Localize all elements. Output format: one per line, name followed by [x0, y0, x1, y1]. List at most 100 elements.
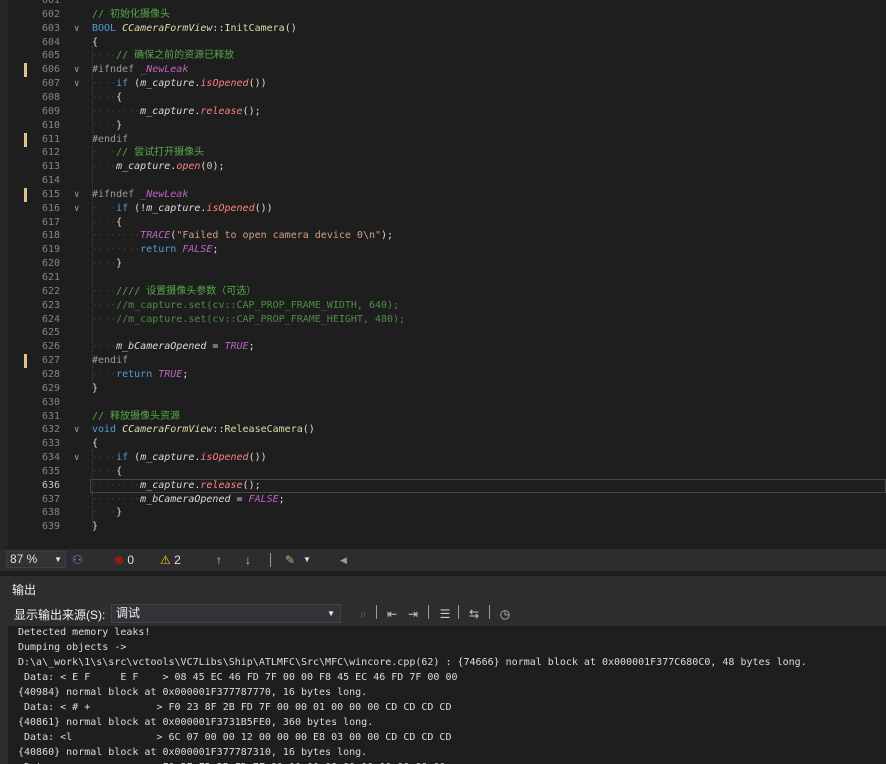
next-message-icon[interactable]: ⇥	[404, 605, 422, 623]
chevron-down-icon[interactable]: ▼	[303, 552, 311, 568]
line-number: 607	[41, 78, 60, 90]
scroll-left-icon[interactable]: ◀	[340, 552, 347, 568]
code-line[interactable]: 611 #endif	[0, 132, 886, 147]
fold-toggle-icon[interactable]: ∨	[74, 423, 82, 437]
code-token: return	[116, 368, 159, 380]
previous-message-icon[interactable]: ⇤	[383, 605, 401, 623]
code-token: ····	[92, 258, 117, 270]
fold-toggle-icon[interactable]: ∨	[74, 202, 82, 216]
line-number: 619	[41, 244, 60, 256]
code-line[interactable]: 603 ∨ BOOL CCameraFormView::InitCamera()	[0, 22, 886, 36]
code-line[interactable]: 639}	[0, 520, 886, 534]
code-line[interactable]: 601	[0, 0, 886, 8]
copilot-icon[interactable]: ⚇	[72, 552, 83, 568]
code-line[interactable]: 632 ∨ void CCameraFormView::ReleaseCamera(…	[0, 423, 886, 437]
code-line[interactable]: 616 ∨ ····if (!m_capture.isOpened())	[0, 202, 886, 216]
error-count-button[interactable]: ⊗ 0	[114, 552, 134, 568]
output-text-area[interactable]: Detected memory leaks! Dumping objects ->…	[8, 626, 886, 764]
code-text: ····}	[92, 119, 122, 133]
output-source-select[interactable]: 调试 ▼	[111, 604, 341, 623]
code-line[interactable]: 621	[0, 271, 886, 285]
code-token: ();	[242, 479, 261, 491]
code-line[interactable]: 626 ····m_bCameraOpened = TRUE;	[0, 340, 886, 354]
fold-toggle-icon[interactable]: ∨	[74, 63, 82, 77]
code-line[interactable]: 605 ····// 确保之前的资源已释放	[0, 49, 886, 63]
code-line[interactable]: 637 ········m_bCameraOpened = FALSE;	[0, 493, 886, 507]
code-line[interactable]: 618 ········TRACE("Failed to open camera …	[0, 229, 886, 243]
code-line[interactable]: 602 // 初始化摄像头	[0, 8, 886, 22]
fold-toggle-icon[interactable]: ∨	[74, 188, 82, 202]
arrow-down-icon[interactable]: ↓	[245, 552, 251, 568]
line-number: 623	[41, 299, 60, 311]
code-line[interactable]: 635 ····{	[0, 465, 886, 479]
code-line[interactable]: 614	[0, 174, 886, 188]
code-line[interactable]: 606 ∨ #ifndef _NewLeak	[0, 63, 886, 78]
code-line[interactable]: 613 ····m_capture.open(0);	[0, 160, 886, 174]
code-line[interactable]: 608 ····{	[0, 91, 886, 105]
code-line[interactable]: 628 ····return TRUE;	[0, 368, 886, 382]
line-number: 637	[41, 493, 60, 505]
code-token: FALSE	[182, 244, 213, 256]
code-line[interactable]: 638 ····}	[0, 506, 886, 520]
code-line[interactable]: 624 ····//m_capture.set(cv::CAP_PROP_FRAM…	[0, 313, 886, 327]
code-token: );	[381, 230, 400, 242]
timestamp-clock-icon[interactable]: ◷	[496, 605, 514, 623]
code-token: InitCamera	[224, 22, 285, 34]
code-line[interactable]: 607 ∨ ····if (m_capture.isOpened())	[0, 77, 886, 91]
code-line[interactable]: 612 ····// 尝试打开摄像头	[0, 146, 886, 160]
code-line[interactable]: 617 ····{	[0, 216, 886, 230]
code-line[interactable]: 619 ········return FALSE;	[0, 243, 886, 257]
code-text: ····if (m_capture.isOpened())	[92, 451, 267, 465]
line-number: 621	[41, 272, 60, 283]
zoom-selector[interactable]: 87 % ▼	[6, 551, 66, 568]
code-line[interactable]: 609 ········m_capture.release();	[0, 105, 886, 119]
code-line[interactable]: 625	[0, 326, 886, 340]
code-line[interactable]: 615 ∨ #ifndef _NewLeak	[0, 187, 886, 202]
code-line[interactable]: 629}	[0, 382, 886, 396]
warning-count-button[interactable]: ⚠ 2	[160, 552, 181, 568]
code-line[interactable]: 604{	[0, 36, 886, 50]
line-number: 608	[41, 91, 60, 103]
code-line[interactable]: 633 {	[0, 437, 886, 451]
output-toolbar: 显示输出来源(S): 调试 ▼ ⌕ ⇤ ⇥ ☰ ⇆ ◷	[0, 601, 886, 626]
output-source-label: 显示输出来源(S):	[14, 608, 106, 622]
code-text: ····// 尝试打开摄像头	[92, 146, 204, 160]
code-line[interactable]: 636 ········m_capture.release();	[0, 478, 886, 493]
code-text: ····//// 设置摄像头参数（可选）	[92, 285, 256, 299]
arrow-up-icon[interactable]: ↑	[216, 552, 222, 568]
code-editor[interactable]: 601 602 // 初始化摄像头 603 ∨ BOOL CCameraFormView:…	[0, 0, 886, 548]
code-line[interactable]: 623 ····//m_capture.set(cv::CAP_PROP_FRAM…	[0, 299, 886, 313]
code-text: ····//m_capture.set(cv::CAP_PROP_FRAME_H…	[92, 313, 405, 327]
word-wrap-icon[interactable]: ⇆	[465, 605, 483, 623]
clear-all-icon[interactable]: ☰	[436, 605, 454, 623]
indent-guide	[92, 450, 93, 528]
cleanup-brush-icon[interactable]: ✎	[285, 552, 295, 568]
code-line[interactable]: 610 ····}	[0, 119, 886, 133]
code-text: ····{	[92, 465, 122, 479]
code-line[interactable]: 620 ····}	[0, 257, 886, 271]
code-token: void	[92, 424, 123, 436]
code-text: ····if (!m_capture.isOpened())	[92, 202, 273, 216]
fold-toggle-icon[interactable]: ∨	[74, 451, 82, 465]
code-line[interactable]: 634 ∨ ····if (m_capture.isOpened())	[0, 451, 886, 465]
code-line[interactable]: 631 // 释放摄像头资源	[0, 410, 886, 424]
code-line[interactable]: 622 ····//// 设置摄像头参数（可选）	[0, 285, 886, 299]
line-number: 603	[41, 22, 60, 34]
code-token: =	[230, 493, 249, 505]
change-marker	[24, 63, 27, 78]
line-number: 610	[41, 119, 60, 131]
find-message-icon[interactable]: ⌕	[354, 605, 372, 623]
code-token: m_capture	[140, 479, 195, 491]
code-token: ····	[92, 299, 117, 311]
code-token: isOpened	[200, 78, 249, 90]
fold-toggle-icon[interactable]: ∨	[74, 22, 82, 36]
code-line[interactable]: 627 #endif	[0, 354, 886, 369]
code-line[interactable]: 630	[0, 396, 886, 410]
line-number: 612	[41, 147, 60, 159]
output-line: Data: < # + > F0 23 8F 2B FD 7F 00 00 01…	[18, 702, 452, 713]
line-number: 602	[41, 8, 60, 20]
code-text: ····}	[92, 506, 122, 520]
fold-toggle-icon[interactable]: ∨	[74, 77, 82, 91]
code-token: ····	[92, 119, 117, 131]
output-line: Data: < E F E F > 08 45 EC 46 FD 7F 00 0…	[18, 672, 458, 683]
